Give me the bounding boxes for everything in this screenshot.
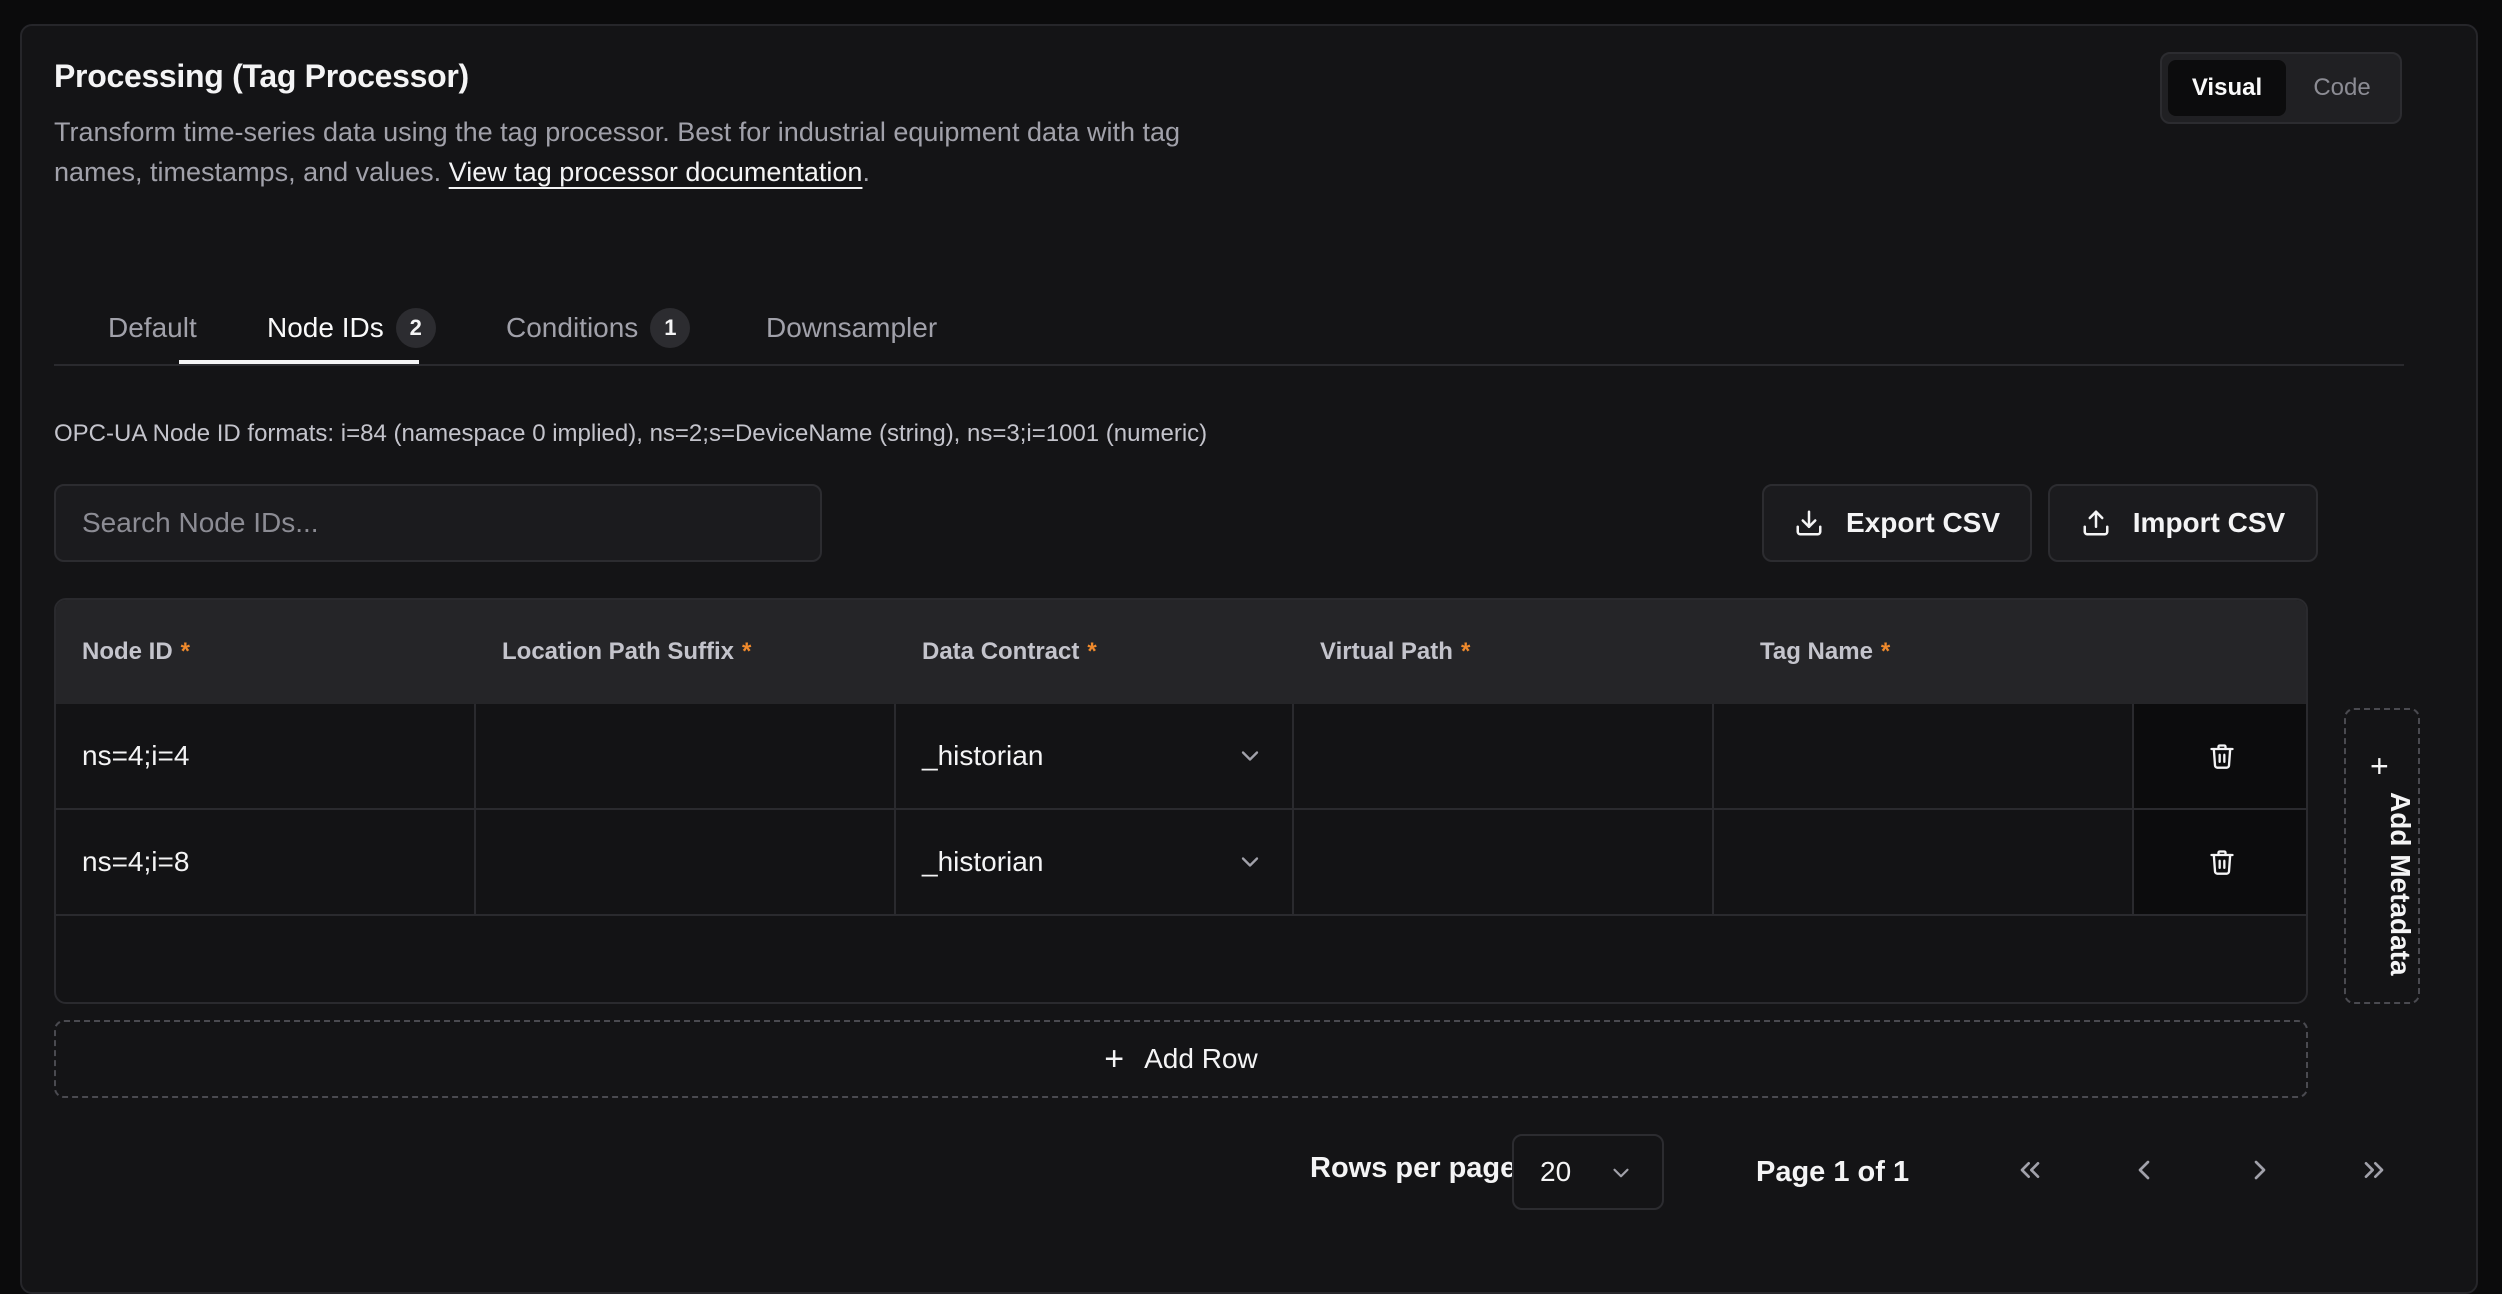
rows-per-page-select[interactable]: 20 — [1512, 1134, 1664, 1210]
view-toggle: Visual Code — [2160, 52, 2402, 124]
node-id-format-hint: OPC-UA Node ID formats: i=84 (namespace … — [54, 420, 1208, 447]
node-id-cell[interactable]: ns=4;i=4 — [56, 704, 476, 808]
column-header-node-id: Node ID * — [82, 600, 190, 704]
code-toggle-button[interactable]: Code — [2290, 60, 2394, 116]
next-page-icon — [2254, 1160, 2266, 1180]
count-badge: 2 — [395, 308, 436, 348]
column-label: Data Contract — [922, 638, 1080, 665]
required-marker: * — [1460, 638, 1471, 665]
node-id-cell[interactable]: ns=4;i=8 — [56, 810, 476, 914]
visual-toggle-button[interactable]: Visual — [2168, 60, 2286, 116]
chevron-down-icon — [1241, 751, 1259, 761]
chevron-down-icon — [1241, 857, 1259, 867]
tag-name-cell[interactable] — [1714, 810, 2134, 914]
last-page-icon — [2364, 1162, 2384, 1178]
delete-row-button[interactable] — [2134, 810, 2306, 914]
table-header: Node ID * Location Path Suffix * Data Cont… — [56, 600, 2306, 704]
description-suffix: . — [862, 157, 870, 187]
first-page-button[interactable] — [2010, 1150, 2050, 1190]
trash-icon — [2210, 744, 2234, 769]
tab-label: Conditions — [506, 312, 639, 343]
virtual-path-cell[interactable] — [1294, 810, 1714, 914]
export-csv-label: Export CSV — [1845, 507, 2001, 538]
column-header-virtual-path: Virtual Path * — [1320, 600, 1470, 704]
next-page-button[interactable] — [2240, 1150, 2280, 1190]
chevron-down-icon — [1613, 1168, 1629, 1178]
add-metadata-label: Add Metadata — [2385, 792, 2416, 976]
table-row: ns=4;i=4 _historian — [56, 704, 2306, 810]
page-info: Page 1 of 1 — [1756, 1156, 1910, 1188]
rows-per-page-label: Rows per page — [1310, 1152, 1517, 1184]
column-header-tag-name: Tag Name * — [1760, 600, 1890, 704]
tab-node-ids[interactable]: Node IDs 2 — [267, 290, 436, 366]
page-title: Processing (Tag Processor) — [54, 58, 469, 94]
column-header-data-contract: Data Contract * — [922, 600, 1097, 704]
tab-downsampler[interactable]: Downsampler — [766, 290, 937, 366]
column-label: Location Path Suffix — [502, 638, 735, 665]
add-metadata-button[interactable]: + Add Metadata — [2344, 708, 2420, 1004]
tag-name-cell[interactable] — [1714, 704, 2134, 808]
first-page-icon — [2020, 1162, 2040, 1178]
rows-per-page-value: 20 — [1540, 1156, 1572, 1187]
export-csv-button[interactable]: Export CSV — [1762, 484, 2032, 562]
trash-icon — [2210, 850, 2234, 875]
column-header-location-path-suffix: Location Path Suffix * — [502, 600, 751, 704]
required-marker: * — [742, 638, 752, 665]
data-contract-value: _historian — [922, 740, 1044, 771]
virtual-path-cell[interactable] — [1294, 704, 1714, 808]
active-tab-indicator — [179, 360, 419, 364]
import-csv-button[interactable]: Import CSV — [2048, 484, 2318, 562]
add-row-label: Add Row — [1144, 1043, 1258, 1074]
table-row: ns=4;i=8 _historian — [56, 810, 2306, 916]
previous-page-button[interactable] — [2124, 1150, 2164, 1190]
column-label: Tag Name — [1760, 638, 1873, 665]
column-label: Node ID — [82, 638, 173, 665]
data-contract-value: _historian — [922, 846, 1044, 877]
download-icon — [1796, 510, 1822, 536]
delete-row-button[interactable] — [2134, 704, 2306, 808]
required-marker: * — [1880, 638, 1891, 665]
tab-conditions[interactable]: Conditions 1 — [506, 290, 691, 366]
plus-icon: + — [1104, 1039, 1125, 1078]
tab-label: Node IDs — [267, 312, 384, 343]
upload-icon — [2083, 510, 2109, 536]
import-csv-label: Import CSV — [2132, 507, 2286, 538]
location-path-suffix-cell[interactable] — [476, 810, 896, 914]
data-contract-select[interactable]: _historian — [896, 810, 1294, 914]
location-path-suffix-cell[interactable] — [476, 704, 896, 808]
prev-page-icon — [2138, 1160, 2150, 1180]
add-row-button[interactable]: + Add Row — [54, 1020, 2308, 1098]
count-badge: 1 — [650, 308, 691, 348]
required-marker: * — [1087, 638, 1097, 665]
doc-link[interactable]: View tag processor documentation — [449, 157, 863, 187]
tab-label: Downsampler — [766, 312, 938, 343]
search-input[interactable] — [54, 484, 822, 562]
node-ids-table: Node ID * Location Path Suffix * Data Cont… — [54, 598, 2308, 1004]
plus-icon: + — [2370, 748, 2389, 784]
last-page-button[interactable] — [2354, 1150, 2394, 1190]
tab-label: Default — [108, 312, 197, 343]
data-contract-select[interactable]: _historian — [896, 704, 1294, 808]
page-description: Transform time-series data using the tag… — [54, 112, 1254, 192]
column-label: Virtual Path — [1320, 638, 1453, 665]
tab-default[interactable]: Default — [108, 290, 197, 366]
tab-bar: Default Node IDs 2 Conditions 1 Downsamp… — [54, 290, 2404, 366]
required-marker: * — [180, 638, 191, 665]
